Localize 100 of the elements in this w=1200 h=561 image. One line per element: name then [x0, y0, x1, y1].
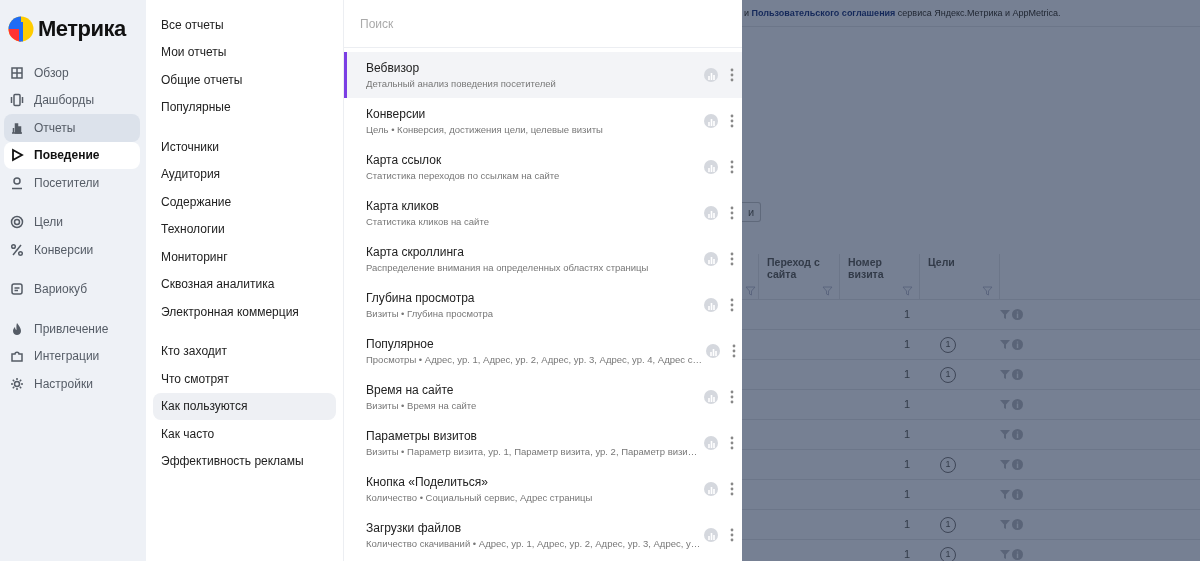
- nav-item[interactable]: Отчеты: [4, 114, 140, 142]
- more-icon[interactable]: [730, 114, 734, 128]
- more-icon[interactable]: [730, 68, 734, 82]
- info-icon: [1012, 459, 1023, 470]
- nav-item[interactable]: Дашборды: [4, 86, 140, 114]
- report-title: Кнопка «Поделиться»: [366, 473, 489, 491]
- flame-icon: [10, 321, 24, 336]
- category-item[interactable]: Эффективность рекламы: [153, 447, 336, 475]
- more-icon[interactable]: [730, 528, 735, 542]
- category-item[interactable]: Популярные: [153, 93, 336, 121]
- filter-icon: [1000, 460, 1010, 469]
- more-icon[interactable]: [730, 482, 734, 496]
- report-item[interactable]: Карта кликов Статистика кликов на сайте: [344, 190, 742, 236]
- nav-item[interactable]: Конверсии: [4, 236, 140, 264]
- logo-text: Метрика: [38, 15, 126, 43]
- category-item[interactable]: Кто заходит: [153, 337, 336, 365]
- filter-icon: [1000, 490, 1010, 499]
- category-item[interactable]: Содержание: [153, 188, 336, 216]
- report-title: Карта ссылок: [366, 151, 443, 169]
- percent-icon: [10, 242, 24, 257]
- report-description: Статистика переходов по ссылкам на сайте: [366, 168, 561, 183]
- category-item[interactable]: Все отчеты: [153, 11, 336, 39]
- report-title: Вебвизор: [366, 59, 421, 77]
- category-item[interactable]: Как часто: [153, 420, 336, 448]
- table-cell-text: 1: [902, 487, 911, 503]
- category-item[interactable]: Как пользуются: [153, 392, 336, 420]
- report-title: Глубина просмотра: [366, 289, 476, 307]
- report-item[interactable]: Популярное Просмотры • Адрес, ур. 1, Адрес, ур. 2, Адрес, ур. 3, Адрес, ур. 4, Адрес с…: [344, 328, 742, 374]
- report-item[interactable]: Параметры визитов Визиты • Параметр визита, ур. 1, Параметр визита, ур. 2, Параметр визи…: [344, 420, 742, 466]
- report-item[interactable]: Загрузки файлов Количество скачиваний • Адрес, ур. 1, Адрес, ур. 2, Адрес, ур. 3, Адрес, у…: [344, 512, 742, 558]
- report-description: Просмотры • Адрес, ур. 1, Адрес, ур. 2, Адрес, ур. 3, Адрес, ур. 4, Адрес с…: [366, 352, 703, 367]
- report-item[interactable]: Карта скроллинга Распределение внимания на определенных областях страницы: [344, 236, 742, 282]
- filter-icon: [1000, 400, 1010, 409]
- more-icon[interactable]: [730, 160, 734, 174]
- report-item[interactable]: Глубина просмотра Визиты • Глубина просмотра: [344, 282, 742, 328]
- person-icon: [10, 175, 24, 190]
- category-item[interactable]: Общие отчеты: [153, 66, 336, 94]
- bar-chart-icon: [10, 120, 24, 135]
- info-icon: [1012, 309, 1023, 320]
- category-item[interactable]: Мониторинг: [153, 243, 336, 271]
- table-cell-text: 1: [902, 427, 911, 443]
- report-title: Время на сайте: [366, 381, 455, 399]
- phone-icon: [10, 93, 24, 108]
- nav-item[interactable]: Поведение: [4, 141, 140, 169]
- filter-icon: [1000, 370, 1010, 379]
- category-item[interactable]: Электронная коммерция: [153, 298, 336, 326]
- nav-item[interactable]: Обзор: [4, 59, 140, 87]
- filter-icon: [982, 286, 993, 296]
- nav-item[interactable]: Настройки: [4, 370, 140, 398]
- report-title: Конверсии: [366, 105, 427, 123]
- category-item[interactable]: Сквозная аналитика: [153, 270, 336, 298]
- report-title: Карта скроллинга: [366, 243, 465, 261]
- report-item[interactable]: Время на сайте Визиты • Время на сайте: [344, 374, 742, 420]
- nav-item[interactable]: Цели: [4, 208, 140, 236]
- nav-item[interactable]: Интеграции: [4, 342, 140, 370]
- category-item[interactable]: Что смотрят: [153, 365, 336, 393]
- category-item[interactable]: Технологии: [153, 215, 336, 243]
- nav-item[interactable]: Посетители: [4, 169, 140, 197]
- report-item[interactable]: Вебвизор Детальный анализ поведения посетителей: [344, 52, 742, 98]
- report-item[interactable]: Карта ссылок Статистика переходов по ссылкам на сайте: [344, 144, 742, 190]
- column-title: Номер визита: [848, 256, 884, 280]
- info-icon: [1012, 489, 1023, 500]
- target-icon: [10, 215, 24, 230]
- table-cell-text: 1: [902, 337, 911, 353]
- column-title: Переход с сайта: [767, 256, 820, 280]
- more-icon[interactable]: [730, 206, 734, 220]
- nav-item[interactable]: Привлечение: [4, 315, 140, 343]
- category-item[interactable]: Аудитория: [153, 160, 336, 188]
- more-icon[interactable]: [731, 344, 736, 358]
- table-cell-text: 1: [902, 367, 911, 383]
- info-icon: [1012, 399, 1023, 410]
- grid-icon: [10, 65, 24, 80]
- category-item[interactable]: Мои отчеты: [153, 38, 336, 66]
- report-title: Параметры визитов: [366, 427, 478, 445]
- report-title: Загрузки файлов: [366, 519, 463, 537]
- filter-icon: [1000, 310, 1010, 319]
- report-item[interactable]: Конверсии Цель • Конверсия, достижения цели, целевые визиты: [344, 98, 742, 144]
- notice-text: и Пользовательского соглашения сервиса Яндекс.Метрика и AppMetrica.: [742, 0, 1200, 27]
- report-description: Визиты • Время на сайте: [366, 398, 478, 413]
- filter-icon: [822, 286, 833, 296]
- more-icon[interactable]: [730, 390, 734, 404]
- more-icon[interactable]: [730, 436, 734, 450]
- report-description: Визиты • Параметр визита, ур. 1, Параметр визита, ур. 2, Параметр визи…: [366, 444, 699, 459]
- table-cell-text: 1: [902, 517, 911, 533]
- table-cell-text: 1: [902, 397, 911, 413]
- filter-icon: [745, 286, 756, 296]
- report-item[interactable]: Кнопка «Поделиться» Количество • Социальный сервис, Адрес страницы: [344, 466, 742, 512]
- category-item[interactable]: Источники: [153, 133, 336, 161]
- more-icon[interactable]: [730, 298, 734, 312]
- filter-icon: [1000, 430, 1010, 439]
- nav-item[interactable]: Вариокуб: [4, 275, 140, 303]
- table-cell-text: 1: [902, 547, 911, 561]
- table-cell-text: 1: [902, 307, 911, 323]
- report-title: Карта кликов: [366, 197, 440, 215]
- play-icon: [10, 148, 24, 163]
- filter-icon: [902, 286, 913, 296]
- report-description: Цель • Конверсия, достижения цели, целевые визиты: [366, 122, 604, 137]
- more-icon[interactable]: [730, 252, 734, 266]
- report-description: Количество скачиваний • Адрес, ур. 1, Адрес, ур. 2, Адрес, ур. 3, Адрес, у…: [366, 536, 702, 551]
- report-description: Количество • Социальный сервис, Адрес страницы: [366, 490, 594, 505]
